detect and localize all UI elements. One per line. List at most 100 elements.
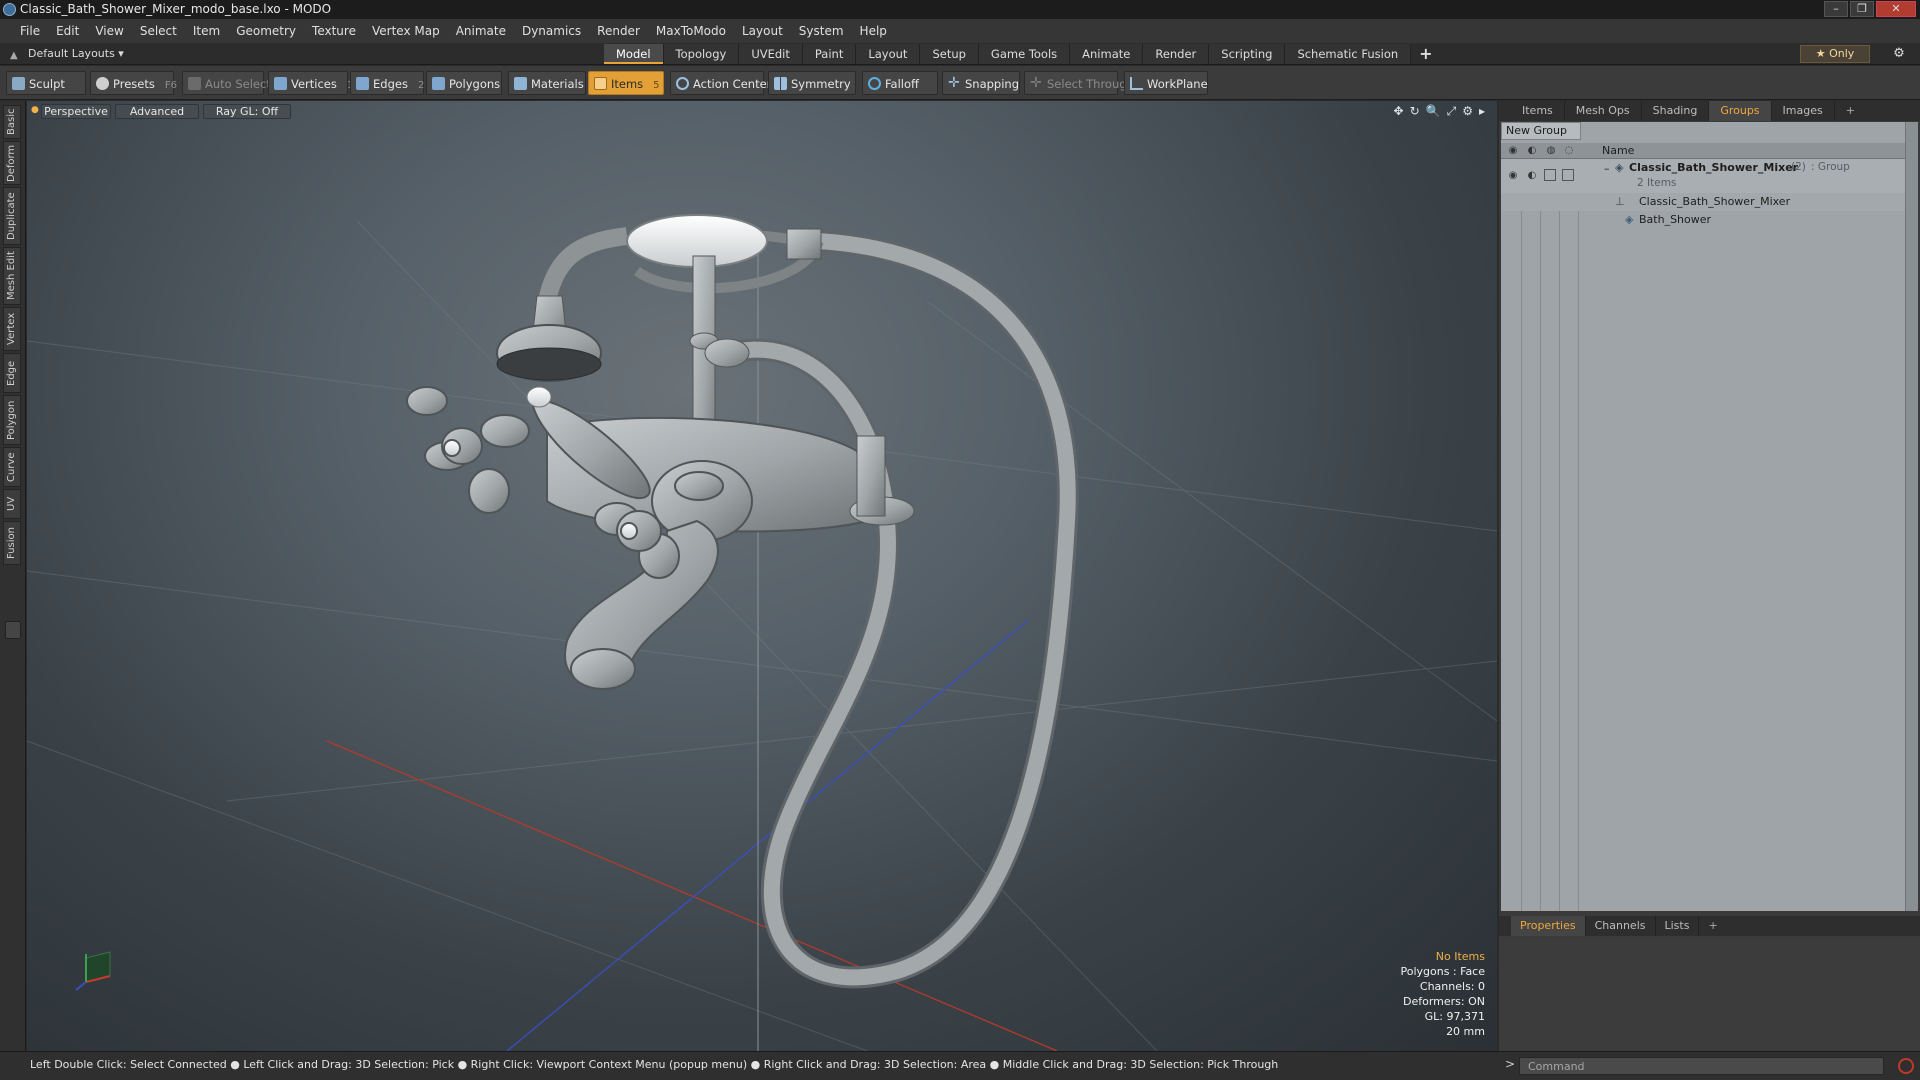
tab-topology[interactable]: Topology — [663, 44, 740, 64]
group-visibility-icon[interactable]: ◉ — [1506, 169, 1520, 183]
name-column-header[interactable]: Name — [1602, 144, 1634, 157]
tab-schematic-fusion[interactable]: Schematic Fusion — [1285, 44, 1412, 64]
tab-properties[interactable]: Properties — [1511, 916, 1586, 936]
default-layouts-menu[interactable]: ▲ Default Layouts ▾ — [8, 46, 124, 62]
polygons-button[interactable]: Polygons — [426, 71, 502, 95]
tab-scripting[interactable]: Scripting — [1209, 44, 1286, 64]
tab-uvedit[interactable]: UVEdit — [739, 44, 803, 64]
toolbox-toggle-button[interactable] — [5, 621, 21, 639]
visibility-header-icon[interactable]: ◉ — [1506, 144, 1520, 158]
menu-geometry[interactable]: Geometry — [228, 19, 304, 43]
record-macro-icon[interactable] — [1898, 1058, 1914, 1074]
render-header-icon[interactable]: ◐ — [1525, 144, 1539, 158]
menu-view[interactable]: View — [87, 19, 131, 43]
group-row[interactable]: ◉ ◐ – ◈ Classic_Bath_Shower_Mixer (2) : … — [1501, 159, 1905, 193]
tab-vertex[interactable]: Vertex — [3, 307, 21, 351]
select-header-icon[interactable]: ◌ — [1562, 144, 1576, 158]
3d-viewport[interactable]: ● Perspective Advanced Ray GL: Off ✥ ↻ 🔍… — [27, 101, 1497, 1051]
tab-model[interactable]: Model — [604, 44, 664, 64]
tab-lists[interactable]: Lists — [1656, 916, 1700, 936]
falloff-button[interactable]: Falloff — [862, 71, 938, 95]
tab-edge[interactable]: Edge — [3, 353, 21, 393]
viewport-menu-icon[interactable]: ● — [31, 105, 39, 115]
tab-game-tools[interactable]: Game Tools — [978, 44, 1071, 64]
action-center-button[interactable]: Action Center — [670, 71, 771, 95]
add-tab-button[interactable]: + — [1411, 44, 1440, 64]
menu-animate[interactable]: Animate — [448, 19, 514, 43]
tab-groups[interactable]: Groups — [1709, 101, 1772, 121]
menu-texture[interactable]: Texture — [304, 19, 364, 43]
tab-animate[interactable]: Animate — [1070, 44, 1144, 64]
only-button[interactable]: ★ Only — [1800, 45, 1870, 63]
menu-dynamics[interactable]: Dynamics — [514, 19, 589, 43]
group-child-row[interactable]: ◈ Bath_Shower — [1501, 211, 1905, 229]
vertices-button[interactable]: Vertices1 — [268, 71, 353, 95]
menu-file[interactable]: File — [12, 19, 48, 43]
tab-duplicate[interactable]: Duplicate — [3, 187, 21, 245]
items-button[interactable]: Items 5 — [588, 71, 664, 95]
tab-images[interactable]: Images — [1772, 101, 1835, 121]
tab-curve[interactable]: Curve — [3, 447, 21, 487]
add-property-tab-button[interactable]: + — [1699, 916, 1726, 936]
group-child-name[interactable]: Bath_Shower — [1639, 213, 1711, 226]
auto-select-button[interactable]: Auto Select — [182, 71, 271, 95]
presets-button[interactable]: Presets F6 — [90, 71, 177, 95]
command-history-icon[interactable]: > — [1505, 1057, 1515, 1071]
tab-layout[interactable]: Layout — [856, 44, 921, 64]
menu-help[interactable]: Help — [852, 19, 895, 43]
rotate-icon[interactable]: ↻ — [1410, 104, 1420, 119]
zoom-icon[interactable]: 🔍 — [1426, 104, 1441, 119]
close-button[interactable]: ✕ — [1876, 1, 1916, 17]
menu-item[interactable]: Item — [185, 19, 228, 43]
tab-mesh-ops[interactable]: Mesh Ops — [1565, 101, 1642, 121]
groups-scrollbar[interactable] — [1905, 122, 1918, 911]
layout-gear-icon[interactable]: ⚙ — [1888, 45, 1910, 63]
group-child-row[interactable]: ⊥ Classic_Bath_Shower_Mixer — [1501, 193, 1905, 211]
tab-render[interactable]: Render — [1143, 44, 1210, 64]
tab-items[interactable]: Items — [1511, 101, 1565, 121]
select-through-button[interactable]: ✛ Select Through — [1024, 71, 1134, 95]
group-name[interactable]: Classic_Bath_Shower_Mixer — [1629, 161, 1798, 174]
snapping-button[interactable]: ✛ Snapping — [942, 71, 1020, 95]
menu-render[interactable]: Render — [589, 19, 648, 43]
tab-setup[interactable]: Setup — [920, 44, 979, 64]
raygl-button[interactable]: Ray GL: Off — [203, 104, 291, 119]
menu-maxtomodo[interactable]: MaxToModo — [648, 19, 734, 43]
perspective-button[interactable]: Perspective — [41, 104, 111, 119]
tab-mesh-edit[interactable]: Mesh Edit — [3, 247, 21, 305]
menu-edit[interactable]: Edit — [48, 19, 87, 43]
scene-canvas[interactable] — [27, 101, 1497, 1051]
group-select-toggle[interactable] — [1562, 169, 1574, 181]
tab-polygon[interactable]: Polygon — [3, 395, 21, 445]
tab-fusion[interactable]: Fusion — [3, 521, 21, 565]
lock-header-icon[interactable]: ◍ — [1544, 144, 1558, 158]
menu-system[interactable]: System — [791, 19, 852, 43]
advanced-button[interactable]: Advanced — [115, 104, 199, 119]
fit-icon[interactable]: ⤢ — [1447, 104, 1457, 119]
edges-button[interactable]: Edges 2 — [350, 71, 424, 95]
add-panel-tab-button[interactable]: + — [1835, 101, 1866, 121]
group-expand-icon[interactable]: – — [1604, 162, 1610, 175]
tab-paint[interactable]: Paint — [802, 44, 857, 64]
group-child-name[interactable]: Classic_Bath_Shower_Mixer — [1639, 195, 1790, 208]
menu-layout[interactable]: Layout — [734, 19, 791, 43]
menu-vertex-map[interactable]: Vertex Map — [364, 19, 448, 43]
workplane-button[interactable]: WorkPlane — [1124, 71, 1208, 95]
tab-basic[interactable]: Basic — [3, 105, 21, 139]
symmetry-button[interactable]: Symmetry — [768, 71, 856, 95]
tab-deform[interactable]: Deform — [3, 141, 21, 185]
pan-icon[interactable]: ✥ — [1394, 104, 1404, 119]
materials-button[interactable]: Materials — [508, 71, 586, 95]
command-input[interactable] — [1519, 1057, 1884, 1075]
viewport-expand-icon[interactable]: ▸ — [1479, 104, 1485, 119]
sculpt-button[interactable]: Sculpt — [6, 71, 86, 95]
tab-shading[interactable]: Shading — [1642, 101, 1710, 121]
group-lock-toggle[interactable] — [1544, 169, 1556, 181]
maximize-button[interactable]: ❐ — [1850, 1, 1874, 17]
tab-channels[interactable]: Channels — [1586, 916, 1656, 936]
group-render-icon[interactable]: ◐ — [1525, 169, 1539, 183]
menu-select[interactable]: Select — [132, 19, 185, 43]
minimize-button[interactable]: – — [1824, 1, 1848, 17]
new-group-button[interactable]: New Group — [1501, 122, 1581, 140]
viewport-settings-icon[interactable]: ⚙ — [1462, 104, 1473, 119]
